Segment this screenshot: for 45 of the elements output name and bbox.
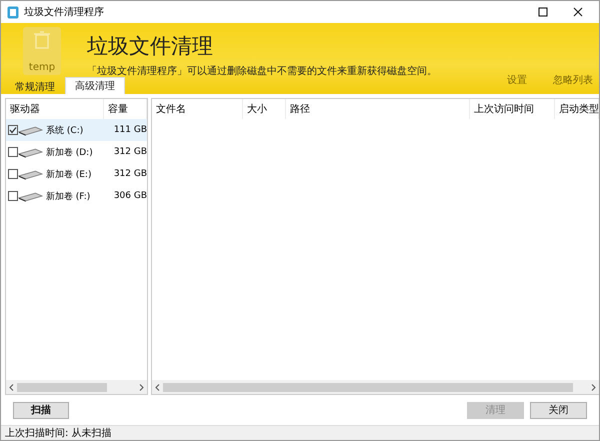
drive-row[interactable]: 新加卷 (D:) 312 GB xyxy=(6,141,147,163)
drive-icon xyxy=(18,124,44,136)
close-icon[interactable] xyxy=(573,7,583,17)
drive-name: 系统 (C:) xyxy=(46,124,84,136)
column-header[interactable]: 大小 xyxy=(243,99,286,119)
drive-capacity: 306 GB xyxy=(114,191,148,201)
header-link[interactable]: 忽略列表 xyxy=(553,73,593,87)
scroll-left-icon[interactable] xyxy=(155,384,160,390)
drive-icon xyxy=(18,146,43,158)
column-header[interactable]: 上次访问时间 xyxy=(470,99,555,119)
page-heading: 垃圾文件清理 xyxy=(87,33,214,60)
drive-row[interactable]: 新加卷 (F:) 306 GB xyxy=(6,185,147,207)
drive-name: 新加卷 (E:) xyxy=(46,168,92,180)
drive-row[interactable]: 系统 (C:) 111 GB xyxy=(6,119,147,141)
column-header[interactable]: 文件名 xyxy=(152,99,243,119)
tab[interactable]: 常规清理 xyxy=(5,79,65,94)
drive-name: 新加卷 (F:) xyxy=(46,190,92,202)
drive-icon xyxy=(18,190,43,202)
scroll-right-icon[interactable] xyxy=(591,384,596,390)
drive-capacity: 111 GB xyxy=(114,125,147,135)
trash-file-icon: temp xyxy=(23,27,61,75)
scan-button[interactable]: 扫描 xyxy=(13,402,69,418)
description-text: 「垃圾文件清理程序」可以通过删除磁盘中不需要的文件来重新获得磁盘空间。 xyxy=(87,64,437,78)
drive-capacity: 312 GB xyxy=(114,147,148,157)
close-button[interactable]: 关闭 xyxy=(530,402,587,418)
drive-capacity: 312 GB xyxy=(114,169,148,179)
header-link[interactable]: 设置 xyxy=(507,73,527,87)
scroll-right-icon[interactable] xyxy=(139,384,144,390)
checkbox[interactable] xyxy=(8,125,18,135)
horizontal-scrollbar[interactable] xyxy=(6,380,147,394)
maximize-icon[interactable] xyxy=(538,7,548,17)
app-icon xyxy=(7,6,19,18)
status-bar: 上次扫描时间: 从未扫描 xyxy=(1,425,599,440)
scroll-left-icon[interactable] xyxy=(9,384,14,390)
checkbox[interactable] xyxy=(8,169,18,179)
horizontal-scrollbar[interactable] xyxy=(152,380,599,394)
checkbox[interactable] xyxy=(8,147,18,157)
checkbox[interactable] xyxy=(8,191,18,201)
tab[interactable]: 高级清理 xyxy=(65,77,125,94)
drive-name: 新加卷 (D:) xyxy=(46,146,94,158)
drive-row[interactable]: 新加卷 (E:) 312 GB xyxy=(6,163,147,185)
window-title: 垃圾文件清理程序 xyxy=(24,6,105,19)
column-header[interactable]: 路径 xyxy=(286,99,470,119)
drive-icon xyxy=(18,168,43,180)
column-header[interactable]: 启动类型 xyxy=(555,99,599,119)
